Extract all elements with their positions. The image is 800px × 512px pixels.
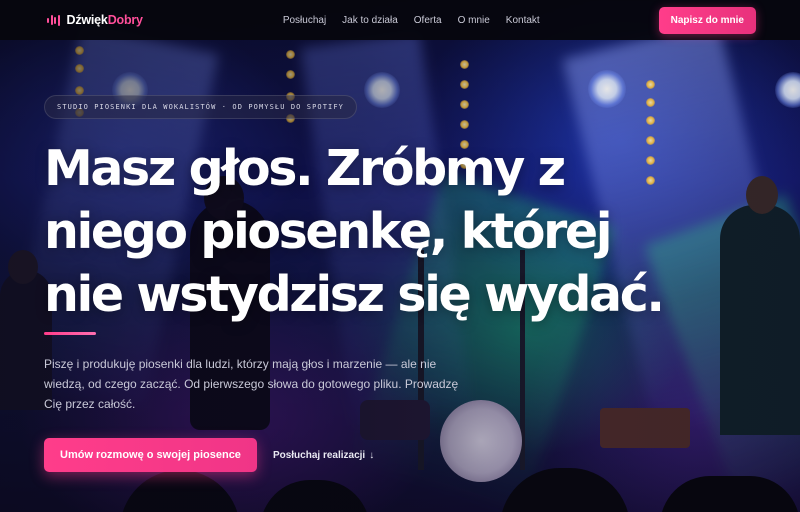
top-navbar: Dźwięk Dobry Posłuchaj Jak to działa Ofer… [0,0,800,40]
nav-link-listen[interactable]: Posłuchaj [283,15,326,26]
accent-divider [44,332,96,335]
nav-link-offer[interactable]: Oferta [414,15,442,26]
brand-name-part1: Dźwięk [66,13,108,27]
nav-link-how-it-works[interactable]: Jak to działa [342,15,398,26]
listen-realizations-label: Posłuchaj realizacji [272,449,366,461]
book-call-button[interactable]: Umów rozmowę o swojej piosence [44,438,257,472]
sound-wave-icon [47,14,60,26]
write-to-me-button[interactable]: Napisz do mnie [658,6,756,34]
headline-line-2: niego piosenkę, której [44,203,612,260]
hero-section: STUDIO PIOSENKI DLA WOKALISTÓW · OD POMY… [44,95,744,472]
headline-line-1: Masz głos. Zróbmy z [44,140,566,197]
eyebrow-badge: STUDIO PIOSENKI DLA WOKALISTÓW · OD POMY… [44,95,357,119]
hero-headline: Masz głos. Zróbmy z niego piosenkę, któr… [44,137,744,326]
hero-actions: Umów rozmowę o swojej piosence Posłuchaj… [44,438,744,472]
nav-link-contact[interactable]: Kontakt [506,15,540,26]
main-nav: Posłuchaj Jak to działa Oferta O mnie Ko… [283,15,540,26]
listen-realizations-link[interactable]: Posłuchaj realizacji ↓ [273,450,374,461]
brand-name-part2: Dobry [107,13,143,27]
arrow-down-icon: ↓ [369,449,375,461]
hero-description: Piszę i produkuję piosenki dla ludzi, kt… [44,357,459,411]
brand-logo[interactable]: Dźwięk Dobry [47,13,143,27]
nav-link-about[interactable]: O mnie [458,15,490,26]
headline-line-3: nie wstydzisz się wydać. [44,266,665,323]
